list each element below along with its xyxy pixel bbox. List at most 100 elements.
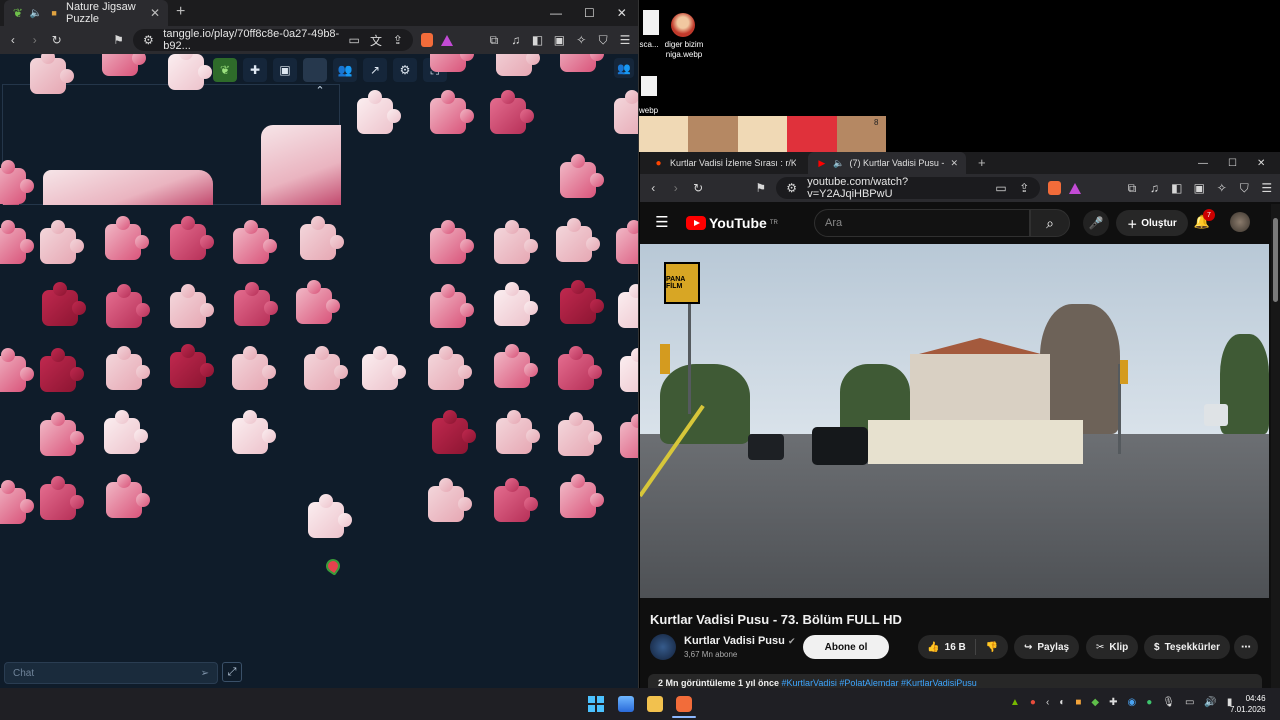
account-avatar[interactable]: [1230, 212, 1250, 232]
tab-youtube[interactable]: ▶ 🔈 (7) Kurtlar Vadisi Pusu - 73. Bö... …: [808, 152, 966, 174]
search-button[interactable]: ⌕: [1030, 209, 1070, 237]
puzzle-piece[interactable]: [560, 54, 604, 72]
puzzle-piece[interactable]: [170, 216, 214, 260]
desktop-file-icon[interactable]: [643, 10, 659, 35]
back-icon[interactable]: ‹: [6, 32, 20, 48]
puzzle-leaf-icon[interactable]: ❦: [213, 58, 237, 82]
puzzle-piece[interactable]: [496, 410, 540, 454]
puzzle-piece[interactable]: [560, 474, 604, 518]
menu-icon[interactable]: ☰: [618, 32, 632, 48]
channel-avatar[interactable]: [650, 634, 676, 660]
desktop-file-icon[interactable]: [641, 76, 657, 96]
reload-icon[interactable]: ↻: [691, 180, 705, 196]
tray-app-icon[interactable]: ◆: [1091, 697, 1099, 708]
puzzle-piece[interactable]: [618, 284, 638, 328]
puzzle-piece[interactable]: [560, 280, 604, 324]
new-tab-button[interactable]: +: [176, 3, 185, 21]
puzzle-piece[interactable]: [300, 216, 344, 260]
wallet-icon[interactable]: ▣: [1192, 180, 1206, 196]
puzzle-piece[interactable]: [105, 216, 149, 260]
like-button[interactable]: 👍 16 B: [918, 639, 976, 655]
puzzle-piece[interactable]: [30, 54, 74, 94]
taskview-icon[interactable]: [618, 696, 634, 712]
puzzle-piece[interactable]: [104, 410, 148, 454]
hashtags[interactable]: #KurtlarVadisi #PolatAlemdar #KurtlarVad…: [782, 678, 977, 688]
vpn-icon[interactable]: ⛉: [1237, 180, 1251, 196]
puzzle-piece[interactable]: [432, 410, 476, 454]
network-icon[interactable]: ▭: [1185, 697, 1194, 708]
close-window-button[interactable]: ✕: [617, 6, 627, 20]
maximize-button[interactable]: ☐: [584, 6, 595, 20]
close-window-button[interactable]: ✕: [1257, 158, 1265, 169]
antivirus-icon[interactable]: ●: [1030, 697, 1036, 708]
sidebar-icon[interactable]: ◧: [531, 32, 545, 48]
channel-name[interactable]: Kurtlar Vadisi Pusu ✔: [684, 635, 795, 647]
dislike-button[interactable]: 👎: [976, 642, 1008, 653]
puzzle-piece[interactable]: [430, 90, 474, 134]
share-button[interactable]: ↪ Paylaş: [1014, 635, 1080, 659]
puzzle-piece[interactable]: [362, 346, 406, 390]
address-bar[interactable]: ⚙ tanggle.io/play/70ff8c8e-0a27-49b8-b92…: [133, 28, 413, 52]
brave-shield-icon[interactable]: [1047, 181, 1061, 195]
start-windows-icon[interactable]: [588, 696, 604, 712]
video-player[interactable]: PANA FİLM: [640, 244, 1269, 598]
send-icon[interactable]: ➢: [201, 668, 209, 679]
image-preview-icon[interactable]: ▣: [273, 58, 297, 82]
speaker-icon[interactable]: 🔈: [833, 155, 845, 171]
puzzle-piece[interactable]: [102, 54, 146, 76]
share-icon[interactable]: ⇪: [391, 32, 405, 48]
menu-icon[interactable]: ☰: [1260, 180, 1274, 196]
puzzle-piece[interactable]: [556, 218, 600, 262]
reload-icon[interactable]: ↻: [50, 32, 64, 48]
puzzle-piece[interactable]: [494, 344, 538, 388]
site-settings-icon[interactable]: ⚙: [784, 180, 799, 196]
puzzle-piece[interactable]: [40, 412, 84, 456]
taskbar-clock[interactable]: 04:46 7.01.2026: [1230, 693, 1266, 715]
speaker-icon[interactable]: 🔈: [30, 5, 42, 21]
puzzle-piece[interactable]: [170, 344, 214, 388]
puzzle-piece[interactable]: [234, 282, 278, 326]
puzzle-piece[interactable]: [40, 476, 84, 520]
scrollbar-thumb[interactable]: [1273, 218, 1278, 302]
nvidia-icon[interactable]: ▲: [1010, 697, 1020, 708]
puzzle-piece[interactable]: [428, 478, 472, 522]
vpn-icon[interactable]: ⛉: [596, 32, 610, 48]
puzzle-piece[interactable]: [304, 346, 348, 390]
sidebar-tabs-icon[interactable]: ⧉: [487, 32, 501, 48]
translate-icon[interactable]: 文: [369, 32, 383, 48]
puzzle-piece[interactable]: [494, 220, 538, 264]
puzzle-piece[interactable]: [308, 494, 352, 538]
tray-app-icon[interactable]: ◐: [1059, 697, 1065, 708]
bookmark-icon[interactable]: ⚑: [112, 32, 126, 48]
description-box[interactable]: 2 Mn görüntüleme 1 yıl önce #KurtlarVadi…: [648, 674, 1262, 688]
share-icon[interactable]: ⇪: [1017, 180, 1032, 196]
brave-shield-icon[interactable]: [420, 33, 433, 47]
puzzle-piece[interactable]: [0, 348, 34, 392]
minimize-button[interactable]: —: [1198, 158, 1208, 169]
puzzle-piece[interactable]: [430, 220, 474, 264]
puzzle-piece[interactable]: [494, 478, 538, 522]
clip-button[interactable]: ✂ Klip: [1086, 635, 1139, 659]
site-settings-icon[interactable]: ⚙: [141, 32, 155, 48]
puzzle-piece[interactable]: [430, 284, 474, 328]
minimize-button[interactable]: —: [550, 6, 562, 20]
tab-nature-jigsaw[interactable]: ❦ 🔈 ■ Nature Jigsaw Puzzle ✕: [4, 0, 168, 26]
tray-app-icon[interactable]: ◉: [1127, 697, 1136, 708]
puzzle-piece[interactable]: [558, 412, 602, 456]
tray-app-icon[interactable]: ✚: [1109, 697, 1117, 708]
puzzle-piece[interactable]: [614, 90, 638, 134]
settings-gear-icon[interactable]: ⚙: [393, 58, 417, 82]
brave-rewards-icon[interactable]: [1068, 182, 1081, 194]
puzzle-piece[interactable]: [496, 54, 540, 76]
leo-ai-icon[interactable]: ✧: [574, 32, 588, 48]
puzzle-piece[interactable]: [357, 90, 401, 134]
more-actions-button[interactable]: ⋯: [1234, 635, 1258, 659]
sidebar-tabs-icon[interactable]: ⧉: [1125, 180, 1139, 196]
wallet-icon[interactable]: ▣: [553, 32, 567, 48]
cast-icon[interactable]: ▭: [347, 32, 361, 48]
subscribe-button[interactable]: Abone ol: [803, 635, 889, 659]
puzzle-piece[interactable]: [0, 160, 34, 204]
maximize-button[interactable]: ☐: [1228, 158, 1237, 169]
puzzle-piece[interactable]: [494, 282, 538, 326]
sidebar-icon[interactable]: ◧: [1170, 180, 1184, 196]
